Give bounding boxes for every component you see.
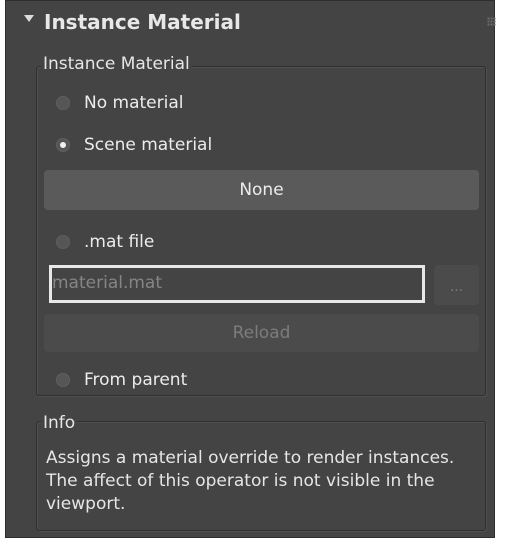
browse-button[interactable]: ...	[434, 265, 479, 305]
radio-from-parent-label: From parent	[84, 370, 188, 390]
reload-button[interactable]: Reload	[44, 314, 479, 352]
rollout-title[interactable]: Instance Material	[44, 6, 241, 38]
rollout-header[interactable]: Instance Material	[6, 1, 496, 45]
radio-scene-material-label: Scene material	[84, 135, 213, 155]
radio-scene-material-indicator[interactable]	[56, 138, 70, 152]
radio-from-parent-indicator[interactable]	[56, 373, 70, 387]
mat-file-input[interactable]: material.mat	[49, 265, 425, 303]
scene-material-button[interactable]: None	[44, 170, 479, 210]
chevron-down-icon[interactable]	[24, 15, 34, 22]
grip-icon[interactable]	[487, 17, 496, 26]
instance-material-panel: Instance Material Instance Material No m…	[5, 0, 496, 538]
info-group-legend: Info	[41, 413, 78, 433]
radio-mat-file-indicator[interactable]	[56, 235, 70, 249]
instance-material-group-legend: Instance Material	[41, 54, 192, 74]
info-text: Assigns a material override to render in…	[46, 448, 455, 514]
radio-mat-file-label: .mat file	[84, 232, 155, 252]
radio-no-material-label: No material	[84, 93, 184, 113]
radio-no-material-indicator[interactable]	[56, 96, 70, 110]
